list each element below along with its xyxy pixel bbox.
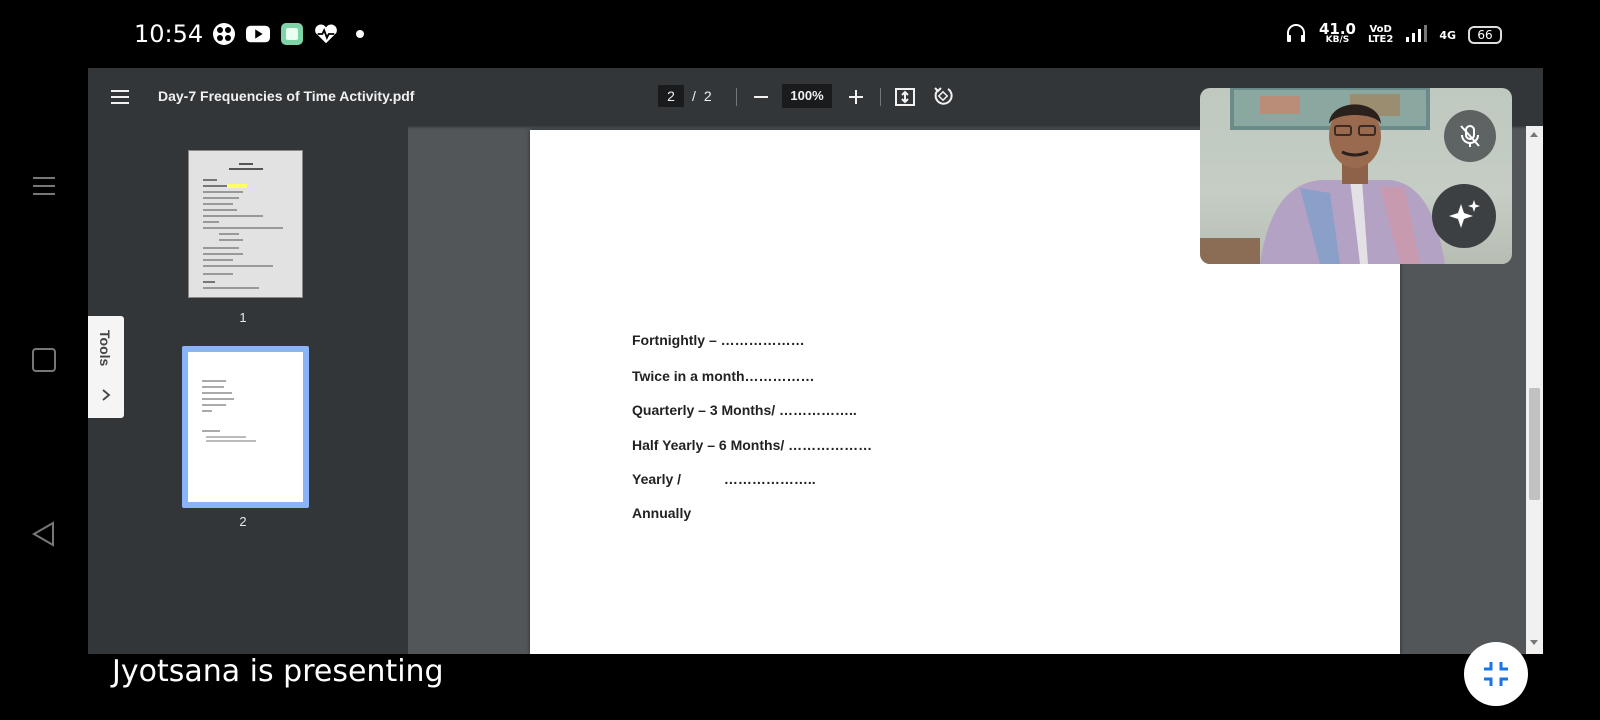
scroll-down-arrow[interactable] — [1530, 640, 1538, 645]
notification-icons — [212, 22, 372, 46]
zoom-in-button[interactable] — [846, 86, 866, 108]
page-line-twice-a-month: Twice in a month…………… — [632, 368, 815, 384]
thumbnail-panel: 1 2 Tools — [88, 126, 408, 654]
thumbnail-label-1: 1 — [239, 310, 247, 325]
page-line-annually: Annually — [632, 505, 692, 521]
recent-apps-button[interactable] — [28, 170, 60, 202]
minimize-icon — [1484, 662, 1508, 686]
page-number-input[interactable]: 2 — [658, 85, 684, 107]
grid-app-icon — [212, 22, 236, 46]
thumbnail-label-2: 2 — [239, 514, 247, 529]
page-line-yearly: Yearly / ……………….. — [632, 471, 816, 487]
menu-icon[interactable] — [110, 87, 130, 107]
vod-indicator: VoD LTE2 — [1367, 24, 1394, 45]
presenting-status: Jyotsana is presenting — [112, 654, 444, 689]
page-line-fortnightly: Fortnightly – ……………… — [632, 332, 805, 348]
back-button[interactable] — [28, 518, 60, 550]
chevron-right-icon — [100, 388, 112, 402]
status-bar: 10:54 41.0 KB/S VoD LTE2 4G 66 — [0, 0, 1600, 68]
rotate-icon[interactable] — [932, 85, 954, 107]
page-line-half-yearly: Half Yearly – 6 Months/ ……………… — [632, 437, 873, 453]
youtube-icon — [246, 22, 270, 46]
zoom-out-button[interactable] — [752, 86, 770, 108]
system-status-icons: 41.0 KB/S VoD LTE2 4G 66 — [1285, 22, 1502, 48]
signal-icon — [1405, 24, 1428, 46]
network-speed: 41.0 KB/S — [1318, 20, 1356, 46]
fit-to-page-icon[interactable] — [894, 86, 916, 108]
document-title: Day-7 Frequencies of Time Activity.pdf — [158, 88, 415, 104]
scrollbar-thumb[interactable] — [1529, 388, 1540, 500]
dot-icon — [348, 22, 372, 46]
page-thumbnail-2[interactable] — [188, 352, 303, 502]
heart-icon — [314, 22, 338, 46]
tools-label: Tools — [97, 330, 113, 367]
page-separator: / — [692, 88, 696, 104]
scroll-up-arrow[interactable] — [1530, 132, 1538, 137]
tools-tab[interactable]: Tools — [88, 316, 124, 418]
status-time: 10:54 — [134, 20, 204, 48]
page-line-quarterly: Quarterly – 3 Months/ …………….. — [632, 402, 857, 418]
page-thumbnail-1[interactable] — [188, 150, 303, 298]
network-type: 4G — [1439, 28, 1456, 42]
toolbar-divider — [736, 88, 737, 106]
battery-icon: 66 — [1468, 26, 1502, 44]
vertical-scrollbar[interactable] — [1526, 126, 1543, 654]
participant-video-tile[interactable] — [1200, 88, 1512, 264]
zoom-level[interactable]: 100% — [782, 84, 832, 108]
green-app-icon — [280, 22, 304, 46]
sparkle-icon — [1449, 200, 1480, 228]
home-button[interactable] — [28, 344, 60, 376]
toolbar-divider — [880, 88, 881, 106]
headphones-icon — [1285, 22, 1307, 48]
effects-button[interactable] — [1432, 184, 1496, 248]
mic-off-icon — [1460, 125, 1480, 147]
mic-off-button[interactable] — [1444, 110, 1496, 162]
page-navigator: 2 / 2 — [658, 84, 712, 108]
total-pages: 2 — [703, 88, 712, 104]
exit-fullscreen-button[interactable] — [1464, 642, 1528, 706]
